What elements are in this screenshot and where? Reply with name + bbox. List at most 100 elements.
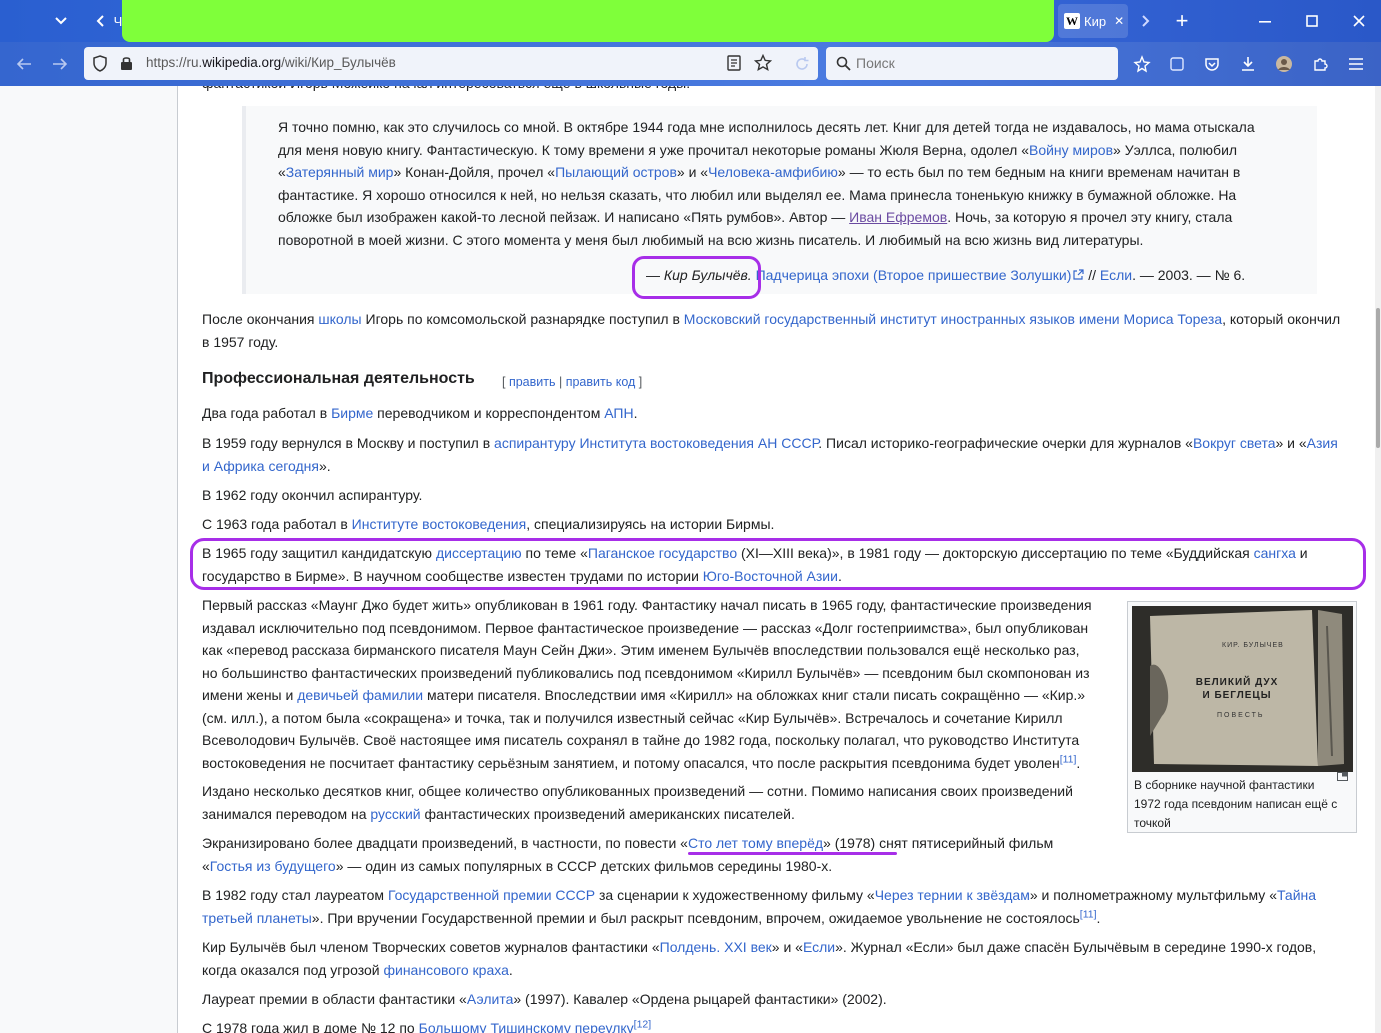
quote-line: «Затерянный мир» Конан-Дойля, прочел «Пы… <box>278 164 1241 180</box>
chevron-right-icon <box>1142 15 1150 27</box>
blockquote: Я точно помню, как это случилось со мной… <box>242 106 1317 294</box>
link-amphibian-man[interactable]: Человека-амфибию <box>708 164 838 180</box>
bookmark-star-icon[interactable] <box>754 54 772 72</box>
paragraph-1963: С 1963 года работал в Институте востоков… <box>202 516 775 532</box>
extensions-button[interactable] <box>1308 52 1332 76</box>
url-text[interactable]: https://ru.wikipedia.org/wiki/Кир_Булычё… <box>146 55 396 70</box>
link-aelita[interactable]: Аэлита <box>467 991 514 1007</box>
extension-button-1[interactable] <box>1165 52 1189 76</box>
text-line: Издано несколько десятков книг, общее ко… <box>202 783 1073 799</box>
page-scrollbar[interactable] <box>1375 86 1381 1033</box>
reference-12[interactable]: [12] <box>634 1018 652 1030</box>
link-stepdaughter-of-era[interactable]: Падчерица эпохи (Второе пришествие Золуш… <box>756 267 1072 283</box>
back-button[interactable] <box>12 52 36 76</box>
chevron-left-icon <box>96 15 104 27</box>
pocket-icon <box>1205 58 1219 71</box>
link-ivan-efremov[interactable]: Иван Ефремов <box>849 209 947 225</box>
paragraph-residence: С 1978 года жил в доме № 12 по Большому … <box>202 1017 651 1033</box>
link-esli[interactable]: Если <box>1100 267 1132 283</box>
wikipedia-icon: W <box>1064 13 1080 29</box>
link-polden[interactable]: Полдень. XXI век <box>660 939 772 955</box>
edit-source-link[interactable]: править код <box>566 375 636 389</box>
paragraph-books: Издано несколько десятков книг, общее ко… <box>202 780 1073 825</box>
quote-line: фантастике. Я хорошо относился к ней, но… <box>278 186 1237 203</box>
link-pagan-kingdom[interactable]: Паганское государство <box>588 545 737 561</box>
maximize-button[interactable] <box>1297 6 1327 36</box>
tab-wikipedia[interactable]: W Кир ✕ <box>1058 4 1128 38</box>
reload-button[interactable] <box>790 52 814 76</box>
forward-button[interactable] <box>48 52 72 76</box>
article-content: фантастикой Игорь Можейко начал интересо… <box>178 86 1375 1033</box>
link-postgraduate[interactable]: аспирантуру <box>494 435 576 451</box>
text-line: Экранизировано более двадцати произведен… <box>202 835 1054 851</box>
cut-off-paragraph: фантастикой Игорь Можейко начал интересо… <box>202 86 690 95</box>
search-bar[interactable]: Поиск <box>826 47 1118 80</box>
edit-link[interactable]: править <box>509 375 556 389</box>
link-guest-from-future[interactable]: Гостья из будущего <box>210 858 336 874</box>
maximize-icon <box>1306 15 1318 27</box>
pocket-button[interactable] <box>1200 52 1224 76</box>
link-asia-africa-cont[interactable]: и Африка сегодня <box>202 458 319 474</box>
lock-icon[interactable] <box>120 55 133 71</box>
menu-button[interactable] <box>1344 52 1368 76</box>
tab-scroll-right-button[interactable] <box>1136 6 1156 36</box>
new-tab-button[interactable]: + <box>1170 6 1194 36</box>
link-southeast-asia[interactable]: Юго-Восточной Азии <box>703 568 838 584</box>
link-financial-crisis[interactable]: финансового краха <box>383 962 508 978</box>
book-author-text: КИР. БУЛЫЧЕВ <box>1222 642 1284 649</box>
link-tishinsky-lane[interactable]: Большому Тишинскому переулку <box>419 1020 634 1033</box>
reference-11[interactable]: [11] <box>1080 908 1097 920</box>
link-state-prize[interactable]: Государственной премии СССР <box>388 887 595 903</box>
link-dissertation[interactable]: диссертацию <box>436 545 522 561</box>
link-russian[interactable]: русский <box>370 806 420 822</box>
link-linguistic-university[interactable]: Московский государственный институт инос… <box>684 311 1222 327</box>
tab-close-icon[interactable]: ✕ <box>1114 14 1124 28</box>
reader-view-icon[interactable] <box>727 55 741 71</box>
shield-icon[interactable] <box>92 55 108 72</box>
minimize-icon <box>1259 21 1271 23</box>
reload-icon <box>796 57 809 70</box>
link-burma[interactable]: Бирме <box>331 405 373 421</box>
link-apn[interactable]: АПН <box>604 405 633 421</box>
link-maiden-name[interactable]: девичьей фамилии <box>297 687 423 703</box>
reference-11[interactable]: [11] <box>1060 753 1077 765</box>
link-hundred-years-ahead[interactable]: Сто лет тому вперёд <box>688 835 823 851</box>
link-burning-island[interactable]: Пылающий остров <box>555 164 677 180</box>
link-school[interactable]: школы <box>318 311 361 327</box>
link-third-planet-cont[interactable]: третьей планеты <box>202 910 312 926</box>
download-icon <box>1242 57 1254 71</box>
link-asia-africa[interactable]: Азия <box>1307 435 1338 451</box>
text-line: Первый рассказ «Маунг Джо будет жить» оп… <box>202 597 1092 613</box>
downloads-button[interactable] <box>1236 52 1260 76</box>
account-button[interactable] <box>1272 52 1296 76</box>
paragraph-burma: Два года работал в Бирме переводчиком и … <box>202 405 638 421</box>
navigation-bar: https://ru.wikipedia.org/wiki/Кир_Булычё… <box>0 42 1381 86</box>
link-through-the-thorns[interactable]: Через тернии к звёздам <box>875 887 1030 903</box>
address-bar[interactable]: https://ru.wikipedia.org/wiki/Кир_Булычё… <box>84 47 818 80</box>
scrollbar-thumb[interactable] <box>1376 308 1380 448</box>
close-window-button[interactable] <box>1344 6 1374 36</box>
search-input[interactable]: Поиск <box>856 55 895 71</box>
minimize-button[interactable] <box>1250 6 1280 36</box>
link-esli-magazine[interactable]: Если <box>803 939 835 955</box>
link-institute-oriental-studies[interactable]: Института востоковедения АН СССР <box>579 435 818 451</box>
close-icon <box>1353 15 1365 27</box>
text-line: но большинство фантастических произведен… <box>202 664 1090 681</box>
link-institute[interactable]: Институте востоковедения <box>352 516 527 532</box>
link-third-planet[interactable]: Тайна <box>1277 887 1316 903</box>
tab-list-button[interactable] <box>46 6 76 36</box>
book-photo[interactable]: КИР. БУЛЫЧЕВ ВЕЛИКИЙ ДУХ И БЕГЛЕЦЫ ПОВЕСТ… <box>1132 606 1353 772</box>
link-lost-world[interactable]: Затерянный мир <box>286 164 394 180</box>
text-line: как «перевод рассказа бирманского писате… <box>202 642 1080 658</box>
link-war-of-the-worlds[interactable]: Войну миров <box>1029 142 1113 158</box>
toolbar-star-button[interactable] <box>1130 52 1154 76</box>
redacted-tab-strip <box>122 0 1054 42</box>
tab-scroll-left-button[interactable] <box>88 6 112 36</box>
underline-hundred-years-ahead <box>688 852 897 855</box>
citation-author: Кир Булычёв. <box>663 267 752 283</box>
paragraph-films: Экранизировано более двадцати произведен… <box>202 832 1053 877</box>
image-thumbnail[interactable]: КИР. БУЛЫЧЕВ ВЕЛИКИЙ ДУХ И БЕГЛЕЦЫ ПОВЕСТ… <box>1127 601 1357 833</box>
link-sangha[interactable]: сангха <box>1254 545 1296 561</box>
link-vokrug-sveta[interactable]: Вокруг света <box>1193 435 1276 451</box>
text-line: востоковедения не посчитает фантастику с… <box>202 752 1081 771</box>
